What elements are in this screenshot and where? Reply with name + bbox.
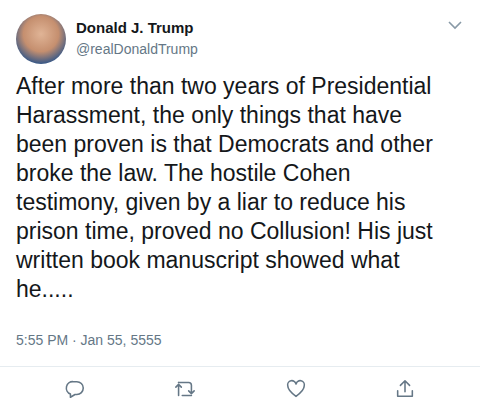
tweet-text-line: broke the law. The hostile Cohen — [16, 159, 464, 188]
timestamp[interactable]: 5:55 PM · Jan 55, 5555 — [0, 304, 480, 350]
action-bar — [0, 367, 480, 410]
tweet-text-line: he..... — [16, 275, 464, 304]
avatar[interactable] — [16, 14, 66, 64]
reply-icon[interactable] — [64, 378, 86, 400]
tweet-text-line: testimony, given by a liar to reduce his — [16, 188, 464, 217]
tweet-text: After more than two years of Presidentia… — [0, 64, 480, 304]
share-icon[interactable] — [394, 378, 416, 400]
tweet: Donald J. Trump @realDonaldTrump After m… — [0, 0, 480, 410]
tweet-text-line: written book manuscript showed what — [16, 246, 464, 275]
chevron-down-icon[interactable] — [446, 16, 464, 34]
author-handle[interactable]: @realDonaldTrump — [76, 40, 436, 58]
author: Donald J. Trump @realDonaldTrump — [76, 14, 436, 58]
tweet-text-line: Harassment, the only things that have — [16, 101, 464, 130]
author-name[interactable]: Donald J. Trump — [76, 18, 436, 37]
retweet-icon[interactable] — [173, 378, 197, 400]
like-heart-icon[interactable] — [285, 378, 307, 400]
tweet-text-line: After more than two years of Presidentia… — [16, 72, 464, 101]
tweet-text-line: been proven is that Democrats and other — [16, 130, 464, 159]
divider — [0, 366, 480, 367]
tweet-text-line: prison time, proved no Collusion! His ju… — [16, 217, 464, 246]
tweet-header: Donald J. Trump @realDonaldTrump — [0, 0, 480, 64]
